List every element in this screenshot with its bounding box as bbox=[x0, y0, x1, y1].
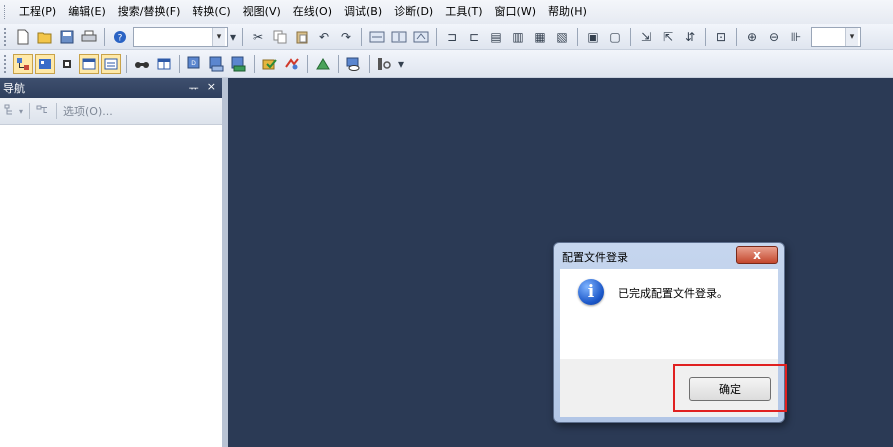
menu-bar: 工程(P) 编辑(E) 搜索/替换(F) 转换(C) 视图(V) 在线(O) 调… bbox=[0, 0, 893, 24]
cross-reference-icon[interactable] bbox=[154, 54, 174, 74]
comment-icon[interactable]: ▧ bbox=[552, 27, 572, 47]
find-icon[interactable] bbox=[132, 54, 152, 74]
menu-online[interactable]: 在线(O) bbox=[287, 0, 338, 24]
toolbar-grip bbox=[4, 27, 9, 46]
ladder-write-icon[interactable] bbox=[411, 27, 431, 47]
toolbar-separator bbox=[630, 27, 631, 46]
menu-window[interactable]: 窗口(W) bbox=[489, 0, 542, 24]
dialog-message: 已完成配置文件登录。 bbox=[618, 287, 728, 300]
pin-icon[interactable]: ᅲ bbox=[189, 80, 199, 96]
toolbar-separator bbox=[126, 54, 127, 73]
instruction-icon[interactable]: ▥ bbox=[508, 27, 528, 47]
overflow-icon[interactable]: ▾ bbox=[229, 27, 237, 47]
debug-icon[interactable] bbox=[282, 54, 302, 74]
check-program-icon[interactable] bbox=[260, 54, 280, 74]
coil-icon[interactable]: ⊏ bbox=[464, 27, 484, 47]
standard-toolbar: ? ▾ ▾ ✂ ↶ ↷ ⊐ ⊏ ▤ ▥ ▦ ▧ ▣ ▢ ⇲ ⇱ ⇵ ⊡ ⊕ ⊖ … bbox=[0, 24, 893, 50]
toolbar-separator bbox=[307, 54, 308, 73]
menu-debug[interactable]: 调试(B) bbox=[338, 0, 388, 24]
toolbar-separator bbox=[436, 27, 437, 46]
window-list-icon[interactable] bbox=[101, 53, 121, 74]
device-memory-icon[interactable] bbox=[229, 54, 249, 74]
toolbar-separator bbox=[29, 103, 31, 119]
dialog-close-button[interactable]: x bbox=[736, 246, 778, 264]
toolbar-separator bbox=[361, 27, 362, 46]
search-device-icon[interactable] bbox=[375, 54, 395, 74]
read-plc-icon[interactable]: ⇱ bbox=[658, 27, 678, 47]
menu-help[interactable]: 帮助(H) bbox=[542, 0, 593, 24]
monitor-start-icon[interactable]: ▣ bbox=[583, 27, 603, 47]
info-icon: i bbox=[578, 279, 604, 305]
open-icon[interactable] bbox=[35, 27, 55, 47]
collapse-icon[interactable] bbox=[36, 104, 50, 119]
menu-diagnostics[interactable]: 诊断(D) bbox=[388, 0, 439, 24]
ladder-edit-icon[interactable] bbox=[367, 27, 387, 47]
overflow-icon[interactable]: ▾ bbox=[397, 54, 405, 74]
undo-icon[interactable]: ↶ bbox=[314, 27, 334, 47]
device-batch-icon[interactable]: D bbox=[185, 54, 205, 74]
menu-grip bbox=[4, 5, 9, 19]
write-plc-icon[interactable]: ⇲ bbox=[636, 27, 656, 47]
cpu-icon[interactable] bbox=[57, 54, 77, 74]
toolbar-separator bbox=[104, 27, 105, 46]
tree-view-icon[interactable] bbox=[4, 104, 18, 119]
copy-icon[interactable] bbox=[270, 27, 290, 47]
toolbar-separator bbox=[338, 54, 339, 73]
device-list-icon[interactable] bbox=[207, 54, 227, 74]
toolbar-separator bbox=[254, 54, 255, 73]
zoom-combo[interactable]: ▾ bbox=[811, 26, 861, 47]
menu-find-replace[interactable]: 搜索/替换(F) bbox=[112, 0, 187, 24]
zoom-in-icon[interactable]: ⊕ bbox=[742, 27, 762, 47]
new-icon[interactable] bbox=[13, 27, 33, 47]
toolbar-separator bbox=[577, 27, 578, 46]
save-icon[interactable] bbox=[57, 27, 77, 47]
verify-icon[interactable]: ⇵ bbox=[680, 27, 700, 47]
monitor-stop-icon[interactable]: ▢ bbox=[605, 27, 625, 47]
project-tree-icon[interactable] bbox=[13, 53, 33, 74]
toolbar-separator bbox=[736, 27, 737, 46]
project-combo[interactable]: ▾ bbox=[133, 26, 228, 47]
navigation-pane: 导航 ᅲ × ▾ 选项(O)... bbox=[0, 78, 223, 447]
navigation-toolbar: ▾ 选项(O)... bbox=[0, 98, 222, 125]
menu-edit[interactable]: 编辑(E) bbox=[62, 0, 112, 24]
module-icon[interactable] bbox=[35, 53, 55, 74]
window-icon[interactable] bbox=[79, 53, 99, 74]
print-icon[interactable] bbox=[79, 27, 99, 47]
simulation-icon[interactable] bbox=[313, 54, 333, 74]
navigation-header: 导航 ᅲ × bbox=[0, 78, 222, 98]
dialog-title: 配置文件登录 bbox=[562, 251, 628, 264]
watch-icon[interactable] bbox=[344, 54, 364, 74]
cut-icon[interactable]: ✂ bbox=[248, 27, 268, 47]
program-toolbar: D ▾ bbox=[0, 50, 893, 78]
device-icon[interactable]: ▦ bbox=[530, 27, 550, 47]
help-icon[interactable]: ? bbox=[110, 27, 130, 47]
toolbar-separator bbox=[179, 54, 180, 73]
svg-text:D: D bbox=[191, 60, 196, 67]
options-link[interactable]: 选项(O)... bbox=[63, 103, 113, 119]
toolbar-separator bbox=[705, 27, 706, 46]
zoom-out-icon[interactable]: ⊖ bbox=[764, 27, 784, 47]
ok-button-highlight bbox=[673, 364, 787, 412]
chevron-down-icon[interactable]: ▾ bbox=[19, 107, 23, 116]
toolbar-grip bbox=[4, 54, 9, 73]
menu-project[interactable]: 工程(P) bbox=[13, 0, 62, 24]
paste-icon[interactable] bbox=[292, 27, 312, 47]
toolbar-separator bbox=[56, 103, 58, 119]
compile-icon[interactable]: ⊡ bbox=[711, 27, 731, 47]
zoom-fit-icon[interactable]: ⊪ bbox=[786, 27, 806, 47]
svg-text:?: ? bbox=[118, 33, 123, 43]
menu-tools[interactable]: 工具(T) bbox=[439, 0, 488, 24]
chevron-down-icon[interactable]: ▾ bbox=[212, 27, 225, 46]
redo-icon[interactable]: ↷ bbox=[336, 27, 356, 47]
navigation-title: 导航 bbox=[3, 82, 25, 95]
contact-icon[interactable]: ⊐ bbox=[442, 27, 462, 47]
menu-view[interactable]: 视图(V) bbox=[237, 0, 287, 24]
toolbar-separator bbox=[242, 27, 243, 46]
toolbar-separator bbox=[369, 54, 370, 73]
menu-convert[interactable]: 转换(C) bbox=[186, 0, 236, 24]
chevron-down-icon[interactable]: ▾ bbox=[845, 27, 858, 46]
function-block-icon[interactable]: ▤ bbox=[486, 27, 506, 47]
ladder-read-icon[interactable] bbox=[389, 27, 409, 47]
close-icon[interactable]: × bbox=[207, 80, 216, 96]
